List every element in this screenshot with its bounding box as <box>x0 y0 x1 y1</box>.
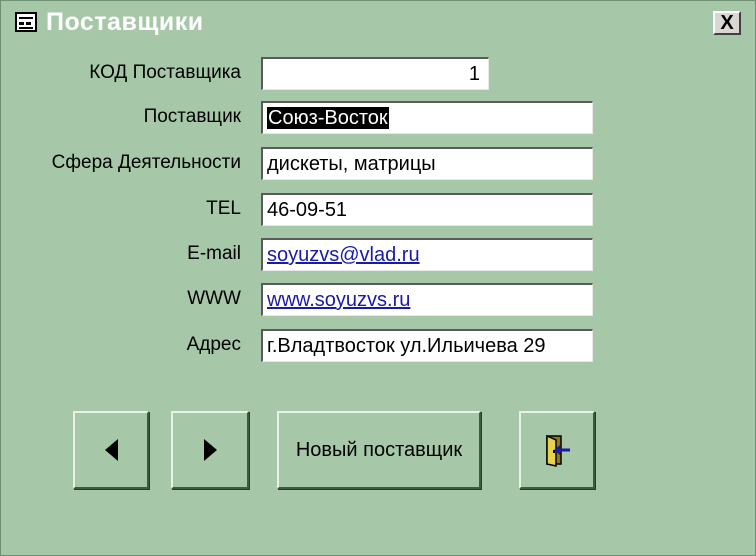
www-label: WWW <box>187 288 241 309</box>
new-supplier-button[interactable]: Новый поставщик <box>277 411 481 489</box>
suppliers-form-window: Поставщики X КОД Поставщика 1 Поставщик … <box>0 0 756 556</box>
exit-form-button[interactable] <box>519 411 595 489</box>
address-field[interactable]: г.Владтвосток ул.Ильичева 29 <box>261 329 593 362</box>
arrow-left-icon <box>104 439 118 461</box>
title-bar[interactable]: Поставщики X <box>1 1 755 43</box>
close-icon: X <box>720 12 734 34</box>
supplier-name-field[interactable]: Союз-Восток <box>261 101 593 134</box>
phone-label: TEL <box>206 198 241 219</box>
next-record-button[interactable] <box>171 411 249 489</box>
selected-text: Союз-Восток <box>267 107 389 129</box>
address-label: Адрес <box>186 334 241 355</box>
supplier-code-label: КОД Поставщика <box>89 62 241 83</box>
arrow-right-icon <box>203 439 217 461</box>
door-exit-icon <box>546 434 570 467</box>
email-field[interactable]: soyuzvs@vlad.ru <box>261 238 593 271</box>
window-title: Поставщики <box>46 8 204 36</box>
email-label: E-mail <box>187 243 241 264</box>
phone-field[interactable]: 46-09-51 <box>261 193 593 226</box>
new-supplier-label: Новый поставщик <box>295 438 463 461</box>
form-icon <box>15 12 37 32</box>
supplier-code-field[interactable]: 1 <box>261 57 489 90</box>
supplier-name-label: Поставщик <box>143 106 241 127</box>
close-button[interactable]: X <box>713 11 741 35</box>
activity-sphere-label: Сфера Деятельности <box>51 152 241 173</box>
previous-record-button[interactable] <box>73 411 149 489</box>
www-field[interactable]: www.soyuzvs.ru <box>261 283 593 316</box>
activity-sphere-field[interactable]: дискеты, матрицы <box>261 147 593 180</box>
website-link[interactable]: www.soyuzvs.ru <box>267 289 410 311</box>
email-link[interactable]: soyuzvs@vlad.ru <box>267 244 420 266</box>
